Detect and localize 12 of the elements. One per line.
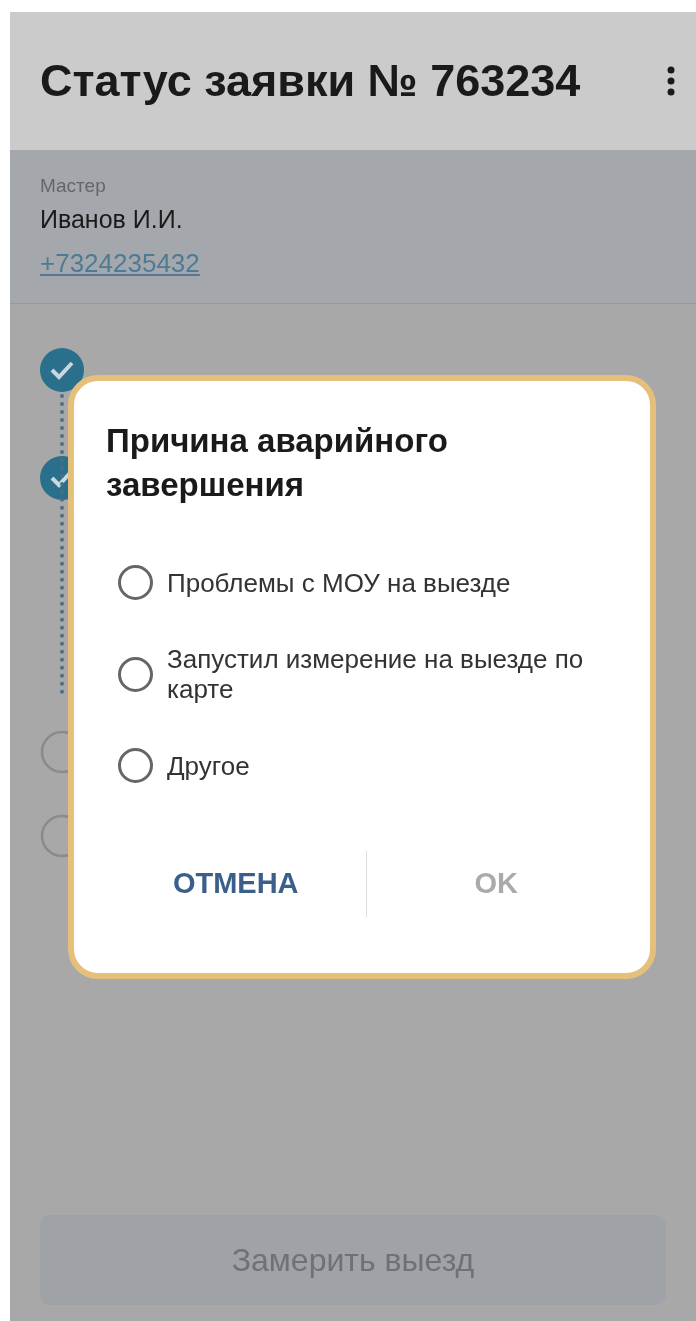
master-label: Мастер [40, 174, 107, 198]
radio-option[interactable]: Запустил измерение на выезде по карте [118, 644, 626, 704]
dialog-title: Причина аварийного завершения [106, 421, 449, 505]
radio-option[interactable]: Другое [118, 748, 626, 783]
radio-button[interactable] [118, 565, 153, 600]
cancel-button[interactable]: ОТМЕНА [106, 862, 366, 906]
master-name: Иванов И.И. [40, 203, 184, 235]
screen-title: Статус заявки № 763234 [40, 54, 581, 109]
radio-button[interactable] [118, 748, 153, 783]
more-icon[interactable] [666, 66, 676, 96]
radio-button[interactable] [118, 656, 153, 692]
radio-option[interactable]: Проблемы с МОУ на выезде [118, 565, 626, 600]
